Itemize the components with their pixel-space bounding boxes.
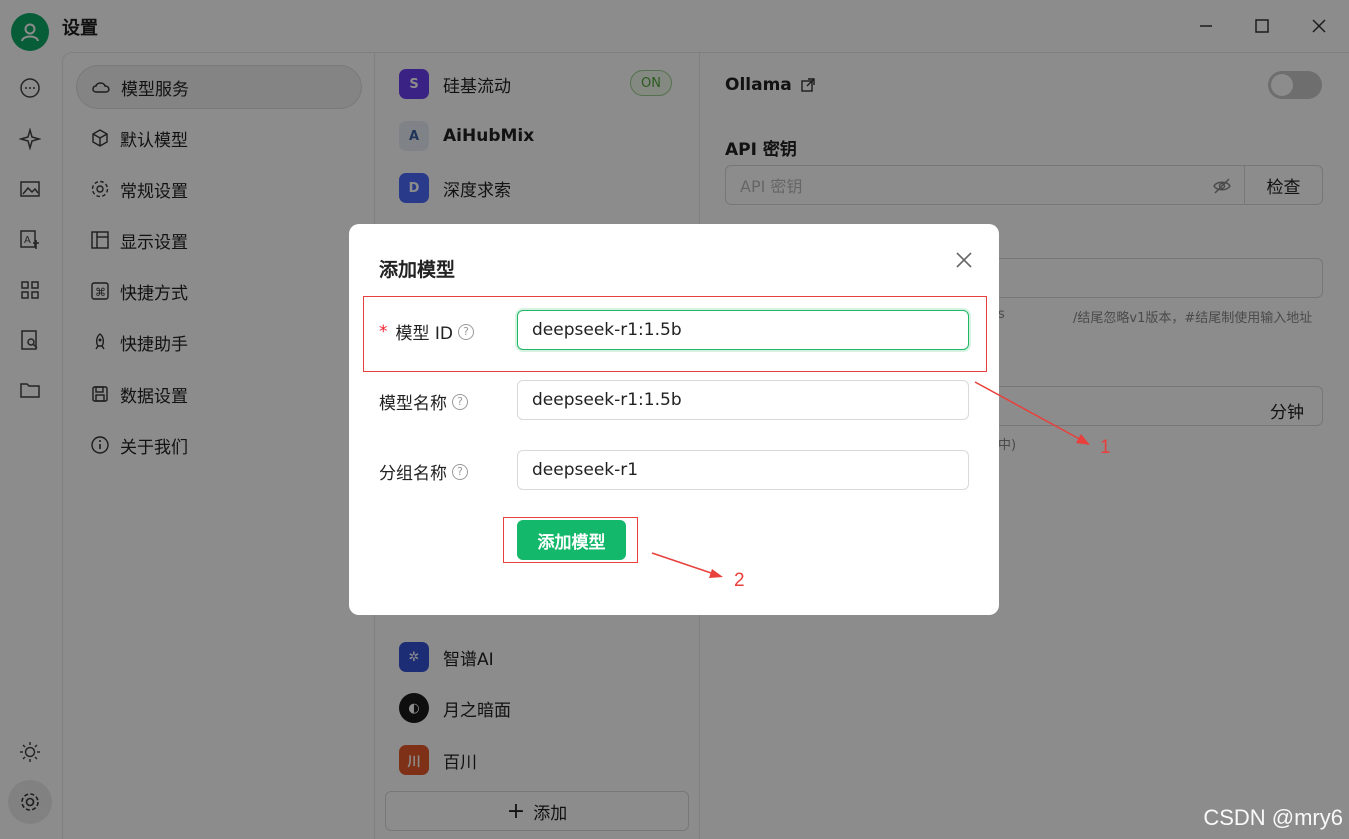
model-name-label: 模型名称 ? bbox=[379, 389, 468, 414]
group-name-label: 分组名称 ? bbox=[379, 459, 468, 484]
annotation-label-2: 2 bbox=[734, 570, 745, 591]
help-icon[interactable]: ? bbox=[452, 463, 468, 480]
group-name-label-text: 分组名称 bbox=[379, 464, 447, 484]
model-name-label-text: 模型名称 bbox=[379, 394, 447, 414]
annotation-box-model-id bbox=[363, 296, 987, 372]
help-icon[interactable]: ? bbox=[452, 393, 468, 410]
dialog-title: 添加模型 bbox=[379, 259, 456, 281]
annotation-label-1: 1 bbox=[1100, 437, 1111, 458]
group-name-input[interactable] bbox=[517, 450, 969, 490]
model-name-input[interactable] bbox=[517, 380, 969, 420]
annotation-box-submit bbox=[503, 517, 638, 563]
close-icon[interactable] bbox=[953, 249, 975, 271]
watermark: CSDN @mry6 bbox=[1203, 805, 1343, 830]
add-model-dialog: 添加模型 * 模型 ID ? 模型名称 ? 分组名称 ? 添加模型 bbox=[349, 224, 999, 615]
